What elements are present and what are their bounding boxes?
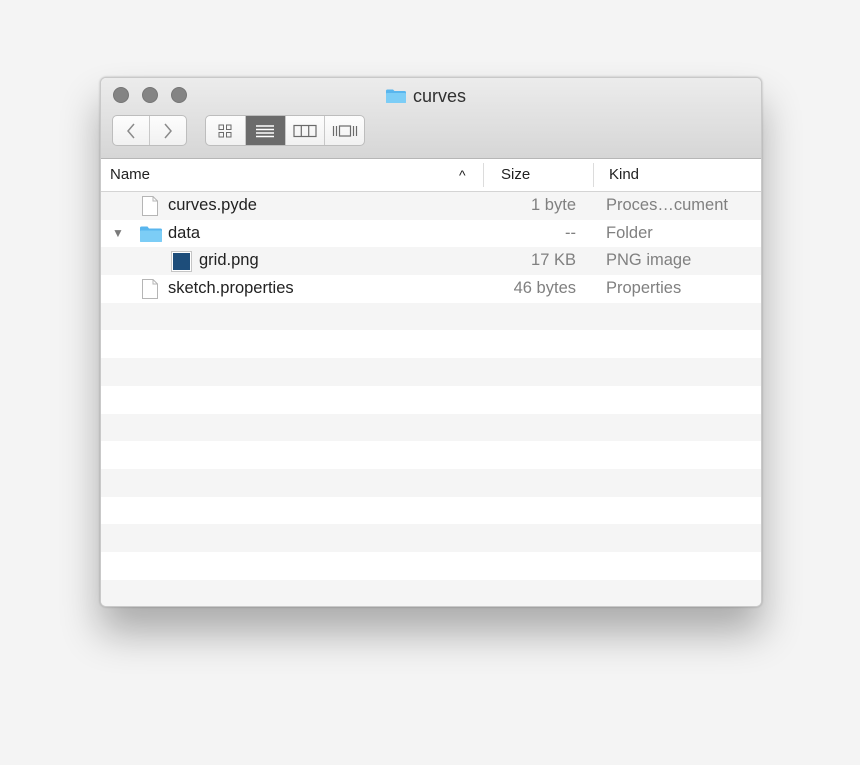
- column-divider[interactable]: [483, 163, 484, 187]
- folder-icon: [386, 89, 406, 103]
- file-row-grid-png[interactable]: grid.png 17 KB PNG image: [101, 247, 761, 276]
- empty-row: [101, 302, 761, 331]
- file-size: 46 bytes: [513, 279, 576, 298]
- window-title-text: curves: [413, 85, 467, 106]
- view-mode-buttons: [205, 115, 365, 146]
- file-size: --: [565, 223, 576, 242]
- finder-window: curves Name ^ Size Kind curves.pyde 1 by…: [100, 77, 762, 607]
- empty-row: [101, 579, 761, 606]
- forward-button[interactable]: [150, 116, 186, 145]
- folder-icon: [140, 226, 162, 242]
- file-kind: Properties: [606, 279, 682, 298]
- empty-row: [101, 468, 761, 497]
- back-button[interactable]: [113, 116, 150, 145]
- image-icon: [171, 251, 192, 273]
- column-header-kind[interactable]: Kind: [609, 159, 639, 191]
- list-view-icon: [256, 124, 275, 137]
- icon-view-button[interactable]: [206, 116, 246, 145]
- file-name: curves.pyde: [168, 196, 257, 214]
- chevron-right-icon: [164, 123, 172, 138]
- column-divider[interactable]: [593, 163, 594, 187]
- column-view-icon: [293, 124, 317, 137]
- file-size: 17 KB: [531, 251, 576, 270]
- empty-row: [101, 524, 761, 552]
- file-name: data: [168, 223, 201, 242]
- file-row-curves-pyde[interactable]: curves.pyde 1 byte Proces…cument: [101, 192, 761, 220]
- file-row-data[interactable]: ▼ data -- Folder: [101, 219, 761, 248]
- disclosure-triangle-icon[interactable]: ▼: [112, 220, 124, 248]
- window-title: curves: [385, 86, 466, 106]
- icon-view-icon: [218, 124, 232, 137]
- empty-row: [101, 385, 761, 414]
- empty-row: [101, 358, 761, 386]
- file-kind: PNG image: [606, 251, 692, 270]
- column-view-button[interactable]: [286, 116, 326, 145]
- chevron-left-icon: [127, 123, 135, 138]
- titlebar: curves: [101, 78, 761, 159]
- column-header-name[interactable]: Name: [110, 159, 150, 191]
- file-list: curves.pyde 1 byte Proces…cument ▼ data …: [101, 192, 761, 606]
- file-kind: Folder: [606, 223, 653, 242]
- document-icon: [142, 196, 158, 216]
- file-kind: Proces…cument: [606, 196, 728, 214]
- cover-flow-icon: [332, 124, 357, 137]
- cover-flow-button[interactable]: [325, 116, 364, 145]
- file-name: sketch.properties: [168, 279, 294, 298]
- navigation-buttons: [112, 115, 187, 146]
- empty-row: [101, 551, 761, 580]
- column-header: Name ^ Size Kind: [101, 159, 761, 192]
- sort-ascending-icon[interactable]: ^: [459, 159, 466, 191]
- file-row-sketch-properties[interactable]: sketch.properties 46 bytes Properties: [101, 275, 761, 303]
- column-header-size[interactable]: Size: [501, 159, 530, 191]
- file-size: 1 byte: [531, 196, 576, 214]
- list-view-button[interactable]: [245, 116, 286, 145]
- close-button[interactable]: [113, 87, 129, 103]
- empty-row: [101, 413, 761, 442]
- document-icon: [142, 279, 158, 300]
- minimize-button[interactable]: [142, 87, 158, 103]
- empty-row: [101, 496, 761, 525]
- zoom-button[interactable]: [171, 87, 187, 103]
- file-name: grid.png: [199, 251, 259, 270]
- empty-row: [101, 441, 761, 469]
- empty-row: [101, 330, 761, 359]
